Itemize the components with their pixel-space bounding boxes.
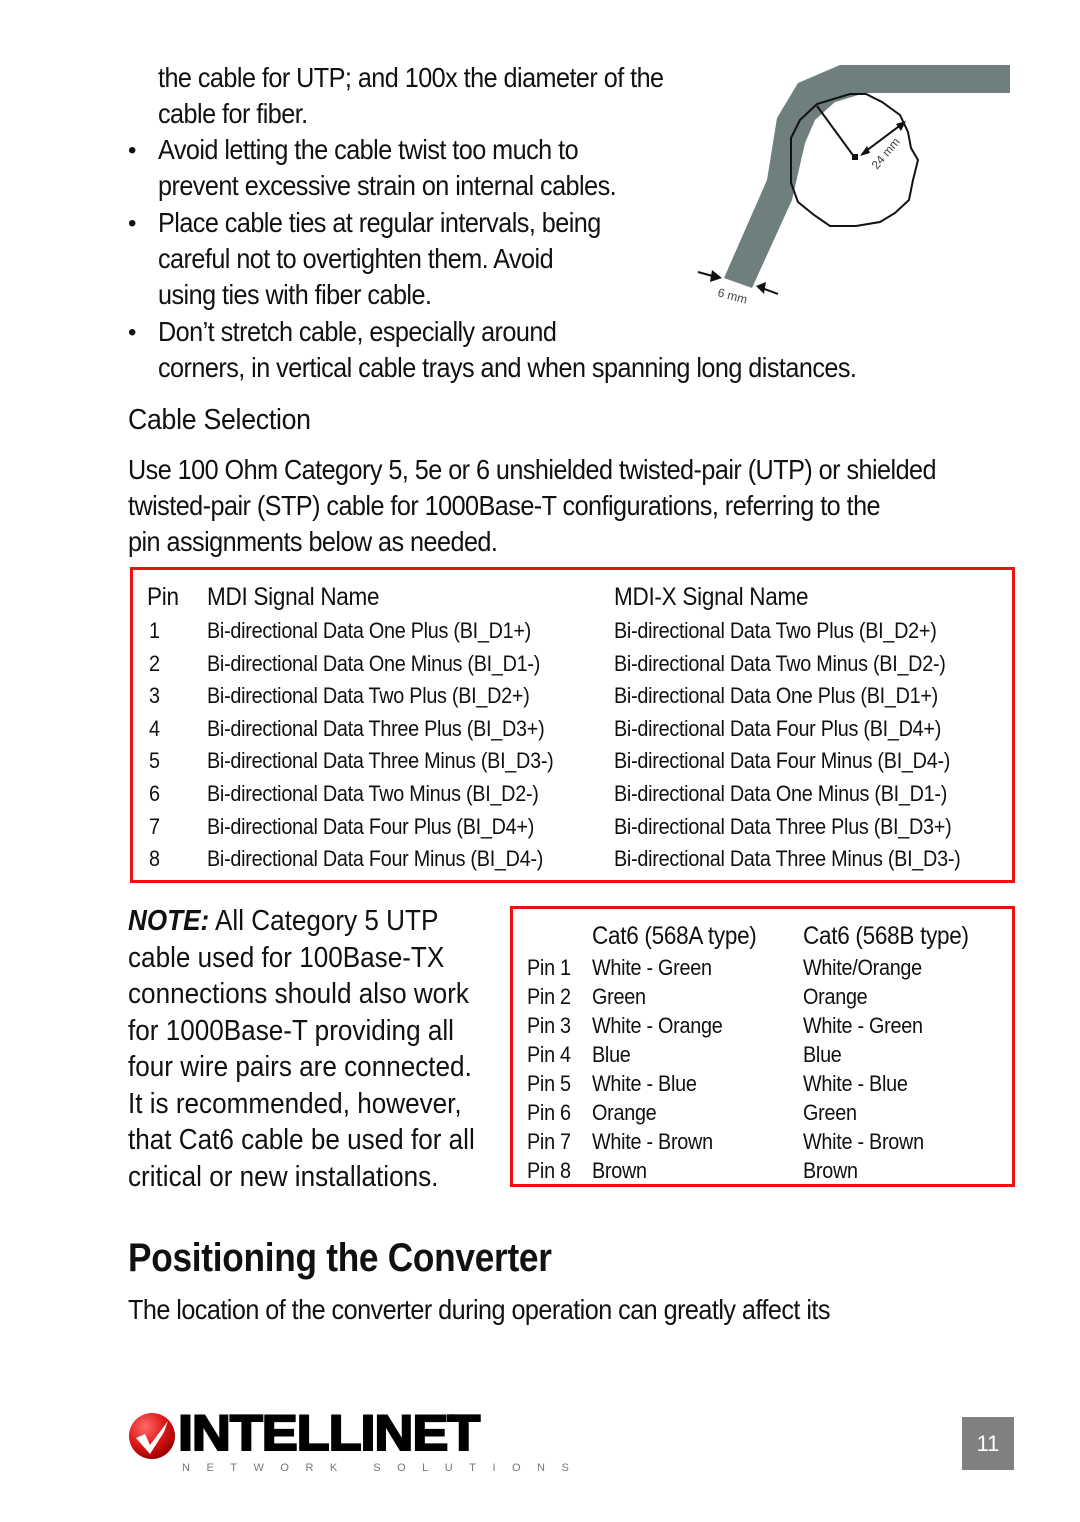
signal-row-3-mdix: Bi-directional Data One Plus (BI_D1+) xyxy=(614,683,939,709)
wiring-row-8-pin: Pin 8 xyxy=(527,1158,571,1183)
note-line-8: critical or new installations. xyxy=(128,1160,439,1193)
brand-name: INTELLINET xyxy=(177,1404,481,1462)
signal-row-6-mdi: Bi-directional Data Two Minus (BI_D2-) xyxy=(207,781,539,806)
arrowhead-icon xyxy=(710,270,722,282)
signal-row-7-mdi: Bi-directional Data Four Plus (BI_D4+) xyxy=(207,813,535,839)
wiring-row-2-a: Green xyxy=(592,984,646,1009)
wiring-row-8-a: Brown xyxy=(592,1158,647,1183)
note-line-5: four wire pairs are connected. xyxy=(128,1051,472,1083)
bullet-2-line-3: using ties with fiber cable. xyxy=(158,279,432,310)
wiring-row-4-pin: Pin 4 xyxy=(527,1042,571,1067)
note-line-6: It is recommended, however, xyxy=(128,1087,462,1120)
wiring-row-4-a: Blue xyxy=(592,1042,631,1067)
wiring-row-6-pin: Pin 6 xyxy=(527,1100,571,1125)
wiring-row-3-pin: Pin 3 xyxy=(527,1013,571,1038)
signal-row-6-pin: 6 xyxy=(149,781,160,806)
wiring-row-3-a: White - Orange xyxy=(592,1013,723,1038)
note-block: NOTE: All Category 5 UTP cable used for … xyxy=(128,903,475,1195)
note-line-1: All Category 5 UTP xyxy=(209,905,439,937)
trademark-symbol: ™ xyxy=(450,1414,457,1421)
note-line-2: cable used for 100Base-TX xyxy=(128,941,445,974)
bullet-1-line-1: Avoid letting the cable twist too much t… xyxy=(158,134,579,165)
wiring-row-8-b: Brown xyxy=(803,1158,858,1183)
note-line-3: connections should also work xyxy=(128,978,469,1010)
signal-row-5-mdi: Bi-directional Data Three Minus (BI_D3-) xyxy=(207,748,554,774)
wiring-row-1-a: White - Green xyxy=(592,955,712,980)
wiring-row-5-b: White - Blue xyxy=(803,1071,908,1096)
header-mdi: MDI Signal Name xyxy=(207,583,380,611)
signal-row-2-mdi: Bi-directional Data One Minus (BI_D1-) xyxy=(207,650,541,676)
intellinet-logo: INTELLINET ™ NETWORK SOLUTIONS xyxy=(128,1404,569,1480)
wiring-row-1-b: White/Orange xyxy=(803,955,922,980)
arrowhead-icon xyxy=(756,282,766,294)
positioning-paragraph: The location of the converter during ope… xyxy=(128,1294,830,1325)
cable-width-label: 6 mm xyxy=(716,285,749,306)
bullet-icon: • xyxy=(128,210,137,237)
wiring-row-7-b: White - Brown xyxy=(803,1129,924,1154)
signal-row-4-mdix: Bi-directional Data Four Plus (BI_D4+) xyxy=(614,715,942,741)
cable-selection-line-3: pin assignments below as needed. xyxy=(128,526,498,557)
page-number: 11 xyxy=(962,1417,1014,1470)
bend-radius-label: 24 mm xyxy=(869,135,903,172)
wiring-row-5-a: White - Blue xyxy=(592,1071,697,1096)
bullet-icon: • xyxy=(128,319,137,346)
radius-line xyxy=(816,105,856,159)
bullet-2-line-1: Place cable ties at regular intervals, b… xyxy=(158,207,601,238)
cable-selection-heading: Cable Selection xyxy=(128,404,311,436)
signal-row-4-mdi: Bi-directional Data Three Plus (BI_D3+) xyxy=(207,715,545,741)
wiring-row-6-b: Green xyxy=(803,1100,857,1125)
cable-selection-line-1: Use 100 Ohm Category 5, 5e or 6 unshield… xyxy=(128,454,937,485)
intro-line-2: cable for fiber. xyxy=(158,98,308,129)
center-point xyxy=(852,154,858,160)
signal-row-3-pin: 3 xyxy=(149,683,160,709)
cable-selection-line-2: twisted-pair (STP) cable for 1000Base-T … xyxy=(128,490,881,521)
signal-row-5-pin: 5 xyxy=(149,748,160,774)
signal-row-2-mdix: Bi-directional Data Two Minus (BI_D2-) xyxy=(614,650,946,676)
bullet-1-line-2: prevent excessive strain on internal cab… xyxy=(158,170,617,201)
header-568a: Cat6 (568A type) xyxy=(592,922,757,950)
signal-row-1-pin: 1 xyxy=(149,618,160,643)
wiring-row-6-a: Orange xyxy=(592,1100,657,1125)
wiring-row-3-b: White - Green xyxy=(803,1013,923,1038)
signal-row-8-pin: 8 xyxy=(149,846,160,872)
arrowhead-icon xyxy=(860,146,870,156)
wiring-row-5-pin: Pin 5 xyxy=(527,1071,571,1096)
signal-row-7-pin: 7 xyxy=(149,813,160,839)
note-line-7: that Cat6 cable be used for all xyxy=(128,1124,475,1156)
header-568b: Cat6 (568B type) xyxy=(803,922,969,950)
cable-shape xyxy=(724,65,1010,288)
signal-row-5-mdix: Bi-directional Data Four Minus (BI_D4-) xyxy=(614,748,951,774)
signal-table: Pin MDI Signal Name MDI-X Signal Name 1 B… xyxy=(130,567,1015,883)
wiring-row-4-b: Blue xyxy=(803,1042,842,1067)
wiring-row-1-pin: Pin 1 xyxy=(527,955,571,980)
wiring-row-7-a: White - Brown xyxy=(592,1129,713,1154)
signal-row-8-mdix: Bi-directional Data Three Minus (BI_D3-) xyxy=(614,846,961,872)
header-mdix: MDI-X Signal Name xyxy=(614,583,809,611)
signal-row-2-pin: 2 xyxy=(149,650,160,676)
note-line-4: for 1000Base-T providing all xyxy=(128,1014,454,1047)
wiring-row-2-b: Orange xyxy=(803,984,868,1009)
cable-bend-diagram: 24 mm 6 mm xyxy=(697,65,1010,307)
wiring-table: Cat6 (568A type) Cat6 (568B type) Pin 1 W… xyxy=(510,906,1015,1187)
bullet-3-line-1: Don’t stretch cable, especially around xyxy=(158,316,557,347)
intro-line-1: the cable for UTP; and 100x the diameter… xyxy=(158,62,664,93)
brand-tagline: NETWORK SOLUTIONS xyxy=(182,1462,586,1474)
positioning-heading: Positioning the Converter xyxy=(128,1236,552,1280)
header-pin: Pin xyxy=(147,583,179,611)
signal-row-7-mdix: Bi-directional Data Three Plus (BI_D3+) xyxy=(614,813,952,839)
signal-row-1-mdi: Bi-directional Data One Plus (BI_D1+) xyxy=(207,618,532,643)
signal-row-8-mdi: Bi-directional Data Four Minus (BI_D4-) xyxy=(207,846,544,872)
bullet-icon: • xyxy=(128,137,137,164)
checkmark-logo-icon xyxy=(129,1413,175,1459)
signal-row-3-mdi: Bi-directional Data Two Plus (BI_D2+) xyxy=(207,683,530,709)
signal-row-1-mdix: Bi-directional Data Two Plus (BI_D2+) xyxy=(614,618,937,643)
signal-row-4-pin: 4 xyxy=(149,715,160,741)
bullet-2-line-2: careful not to overtighten them. Avoid xyxy=(158,243,554,274)
note-label: NOTE: xyxy=(128,905,210,937)
bullet-3-line-2: corners, in vertical cable trays and whe… xyxy=(158,352,857,383)
wiring-row-7-pin: Pin 7 xyxy=(527,1129,571,1154)
signal-row-6-mdix: Bi-directional Data One Minus (BI_D1-) xyxy=(614,781,948,806)
wiring-row-2-pin: Pin 2 xyxy=(527,984,571,1009)
